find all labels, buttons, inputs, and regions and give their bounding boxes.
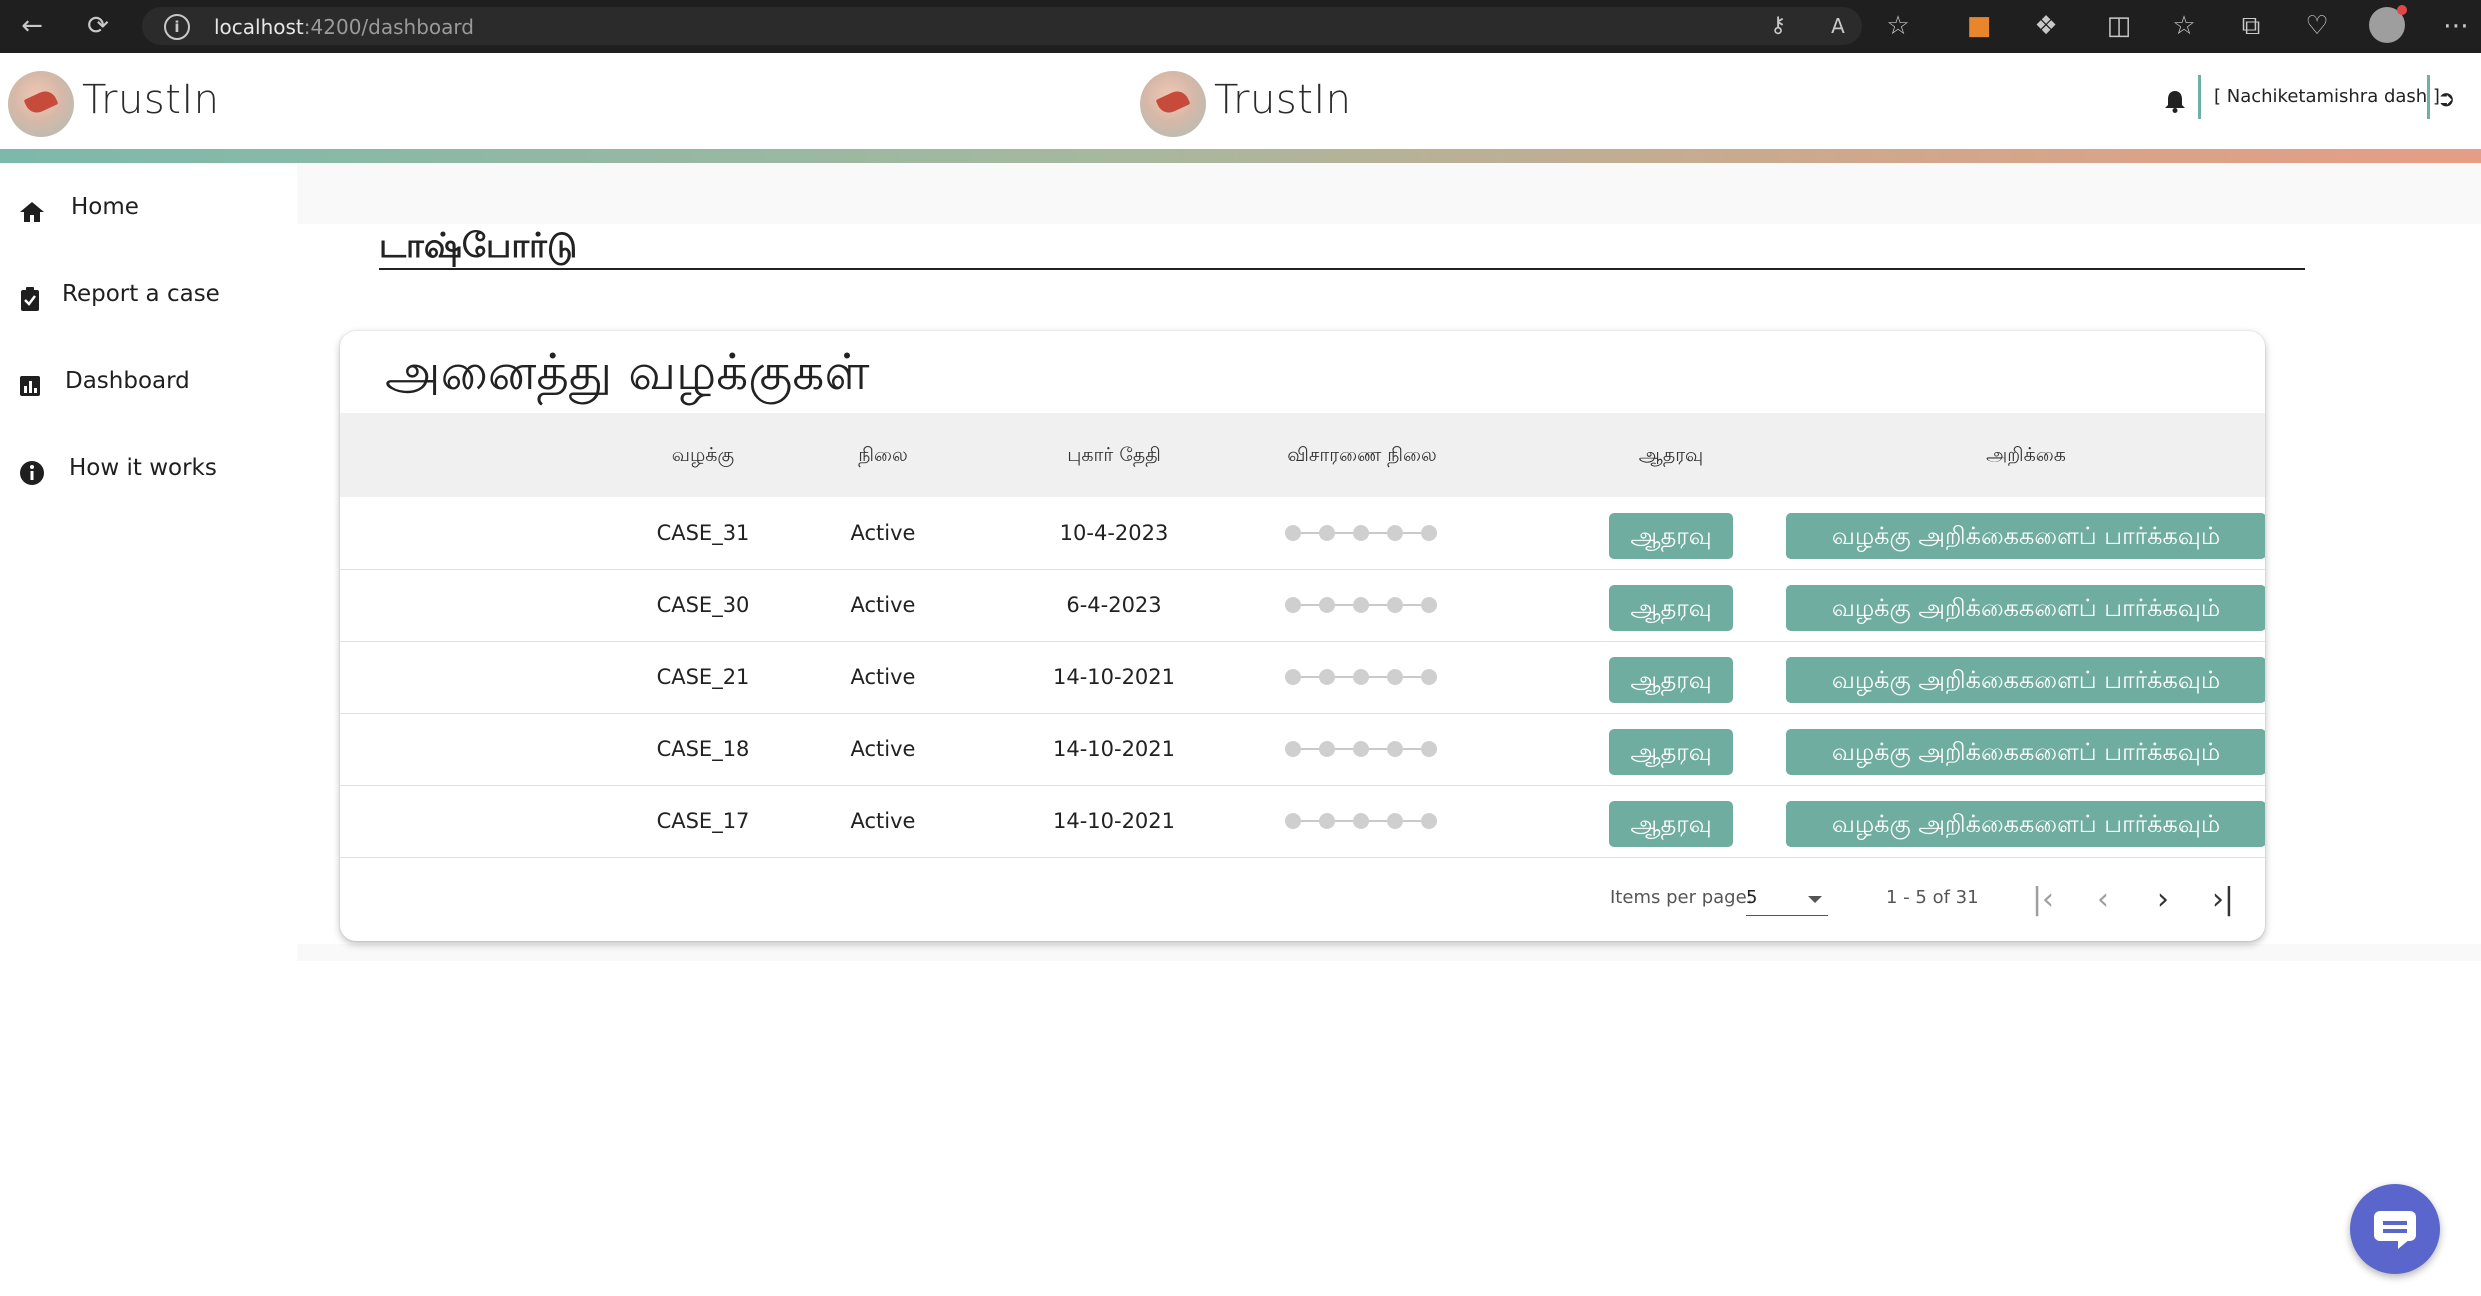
site-info-icon[interactable]: i — [164, 14, 190, 40]
sidebar-item-dashboard[interactable]: Dashboard — [0, 350, 297, 420]
investigation-progress-stepper — [1285, 595, 1440, 615]
read-aloud-icon[interactable]: A — [1822, 10, 1854, 42]
investigation-progress-stepper — [1285, 523, 1440, 543]
clipboard-check-icon — [21, 287, 39, 311]
address-bar[interactable]: i localhost:4200/dashboard ⚷ A ☆ — [142, 7, 1910, 45]
table-row: CASE_17 Active 14-10-2021 ஆதரவு வழக்கு அறிக்… — [340, 785, 2265, 858]
table-row: CASE_21 Active 14-10-2021 ஆதரவு வழக்கு அறிக்… — [340, 641, 2265, 714]
table-row: CASE_30 Active 6-4-2023 ஆதரவு வழக்கு அறிக்கை… — [340, 569, 2265, 642]
view-case-reports-button[interactable]: வழக்கு அறிக்கைகளைப் பார்க்கவும் — [1786, 585, 2265, 631]
date-cell: 10-4-2023 — [1059, 521, 1169, 545]
page-range-label: 1 - 5 of 31 — [1886, 887, 1979, 908]
date-cell: 14-10-2021 — [1052, 665, 1176, 689]
divider — [2427, 75, 2430, 119]
paginator: Items per page: 5 1 - 5 of 31 |‹ ‹ › ›| — [340, 861, 2265, 941]
support-button[interactable]: ஆதரவு — [1609, 513, 1733, 559]
date-cell: 14-10-2021 — [1052, 737, 1176, 761]
app-header: TrustIn TrustIn [ Nachiketamishra dash ]… — [0, 53, 2481, 149]
table-row: CASE_18 Active 14-10-2021 ஆதரவு வழக்கு அறிக்… — [340, 713, 2265, 786]
home-icon — [20, 202, 44, 222]
brand-name-left[interactable]: TrustIn — [82, 77, 220, 123]
favorite-star-icon[interactable]: ☆ — [1882, 10, 1914, 42]
last-page-icon[interactable]: ›| — [2203, 881, 2243, 921]
status-cell: Active — [850, 809, 916, 833]
browser-essentials-icon[interactable]: ♡ — [2301, 10, 2333, 42]
support-button[interactable]: ஆதரவு — [1609, 657, 1733, 703]
logo-icon[interactable] — [8, 71, 74, 137]
back-icon[interactable]: ← — [16, 10, 48, 42]
user-name[interactable]: [ Nachiketamishra dash ] — [2214, 86, 2440, 107]
column-header-report: அறிக்கை — [1986, 444, 2066, 466]
status-cell: Active — [850, 665, 916, 689]
table-row: CASE_31 Active 10-4-2023 ஆதரவு வழக்கு அறிக்க… — [340, 497, 2265, 570]
status-cell: Active — [850, 593, 916, 617]
header-gradient-bar — [0, 149, 2481, 163]
column-header-investigation-status: விசாரணை நிலை — [1287, 444, 1437, 466]
date-cell: 6-4-2023 — [1066, 593, 1162, 617]
sidebar: Home Report a case Dashboard How it work… — [0, 163, 297, 1296]
reload-icon[interactable]: ⟳ — [82, 10, 114, 42]
date-cell: 14-10-2021 — [1052, 809, 1176, 833]
sidebar-item-label: Dashboard — [65, 368, 190, 394]
chat-button[interactable] — [2350, 1184, 2440, 1274]
column-header-support: ஆதரவு — [1638, 444, 1704, 466]
browser-toolbar: ← ⟳ i localhost:4200/dashboard ⚷ A ☆ ■ ❖… — [0, 0, 2481, 53]
sidebar-item-home[interactable]: Home — [0, 176, 297, 246]
brand-name-center: TrustIn — [1214, 77, 1352, 123]
cases-title: அனைத்து வழக்குகள் — [385, 343, 870, 401]
support-button[interactable]: ஆதரவு — [1609, 729, 1733, 775]
sidebar-item-label: How it works — [69, 455, 217, 481]
page-title: டாஷ்போர்டு — [379, 226, 578, 266]
items-per-page-value: 5 — [1746, 887, 1758, 908]
key-icon[interactable]: ⚷ — [1762, 10, 1794, 42]
extensions-icon[interactable]: ❖ — [2030, 10, 2062, 42]
sidebar-item-report-a-case[interactable]: Report a case — [0, 263, 297, 333]
url-text: localhost:4200/dashboard — [214, 15, 474, 39]
more-menu-icon[interactable]: ⋯ — [2440, 10, 2472, 42]
logo-icon-center — [1140, 71, 1206, 137]
view-case-reports-button[interactable]: வழக்கு அறிக்கைகளைப் பார்க்கவும் — [1786, 729, 2265, 775]
column-header-status: நிலை — [858, 444, 908, 466]
support-button[interactable]: ஆதரவு — [1609, 585, 1733, 631]
bar-chart-icon — [20, 376, 40, 396]
view-case-reports-button[interactable]: வழக்கு அறிக்கைகளைப் பார்க்கவும் — [1786, 657, 2265, 703]
chat-bubble-icon — [2374, 1211, 2416, 1249]
previous-page-icon[interactable]: ‹ — [2083, 881, 2123, 921]
first-page-icon[interactable]: |‹ — [2023, 881, 2063, 921]
table-header: வழக்கு நிலை புகார் தேதி விசாரணை நிலை ஆதர… — [340, 413, 2265, 497]
title-underline — [379, 268, 2305, 270]
notification-bell-icon[interactable] — [2164, 89, 2186, 113]
logout-icon[interactable]: ➲ — [2437, 87, 2455, 112]
view-case-reports-button[interactable]: வழக்கு அறிக்கைகளைப் பார்க்கவும் — [1786, 513, 2265, 559]
status-cell: Active — [850, 521, 916, 545]
divider — [2198, 75, 2201, 119]
investigation-progress-stepper — [1285, 667, 1440, 687]
sidebar-item-label: Home — [71, 194, 139, 220]
info-icon — [20, 461, 44, 485]
split-screen-icon[interactable]: ◫ — [2103, 10, 2135, 42]
favorites-icon[interactable]: ☆ — [2168, 10, 2200, 42]
next-page-icon[interactable]: › — [2143, 881, 2183, 921]
metamask-extension-icon[interactable]: ■ — [1963, 10, 1995, 42]
sidebar-item-label: Report a case — [62, 281, 220, 307]
cases-card: அனைத்து வழக்குகள் வழக்கு நிலை புகார் தேத… — [340, 331, 2265, 941]
status-cell: Active — [850, 737, 916, 761]
sidebar-item-how-it-works[interactable]: How it works — [0, 437, 297, 507]
support-button[interactable]: ஆதரவு — [1609, 801, 1733, 847]
items-per-page-select[interactable]: 5 — [1746, 883, 1828, 916]
investigation-progress-stepper — [1285, 811, 1440, 831]
investigation-progress-stepper — [1285, 739, 1440, 759]
chevron-down-icon — [1808, 896, 1822, 903]
collections-icon[interactable]: ⧉ — [2235, 10, 2267, 42]
profile-avatar[interactable] — [2369, 5, 2407, 43]
items-per-page-label: Items per page: — [1610, 887, 1753, 908]
view-case-reports-button[interactable]: வழக்கு அறிக்கைகளைப் பார்க்கவும் — [1786, 801, 2265, 847]
